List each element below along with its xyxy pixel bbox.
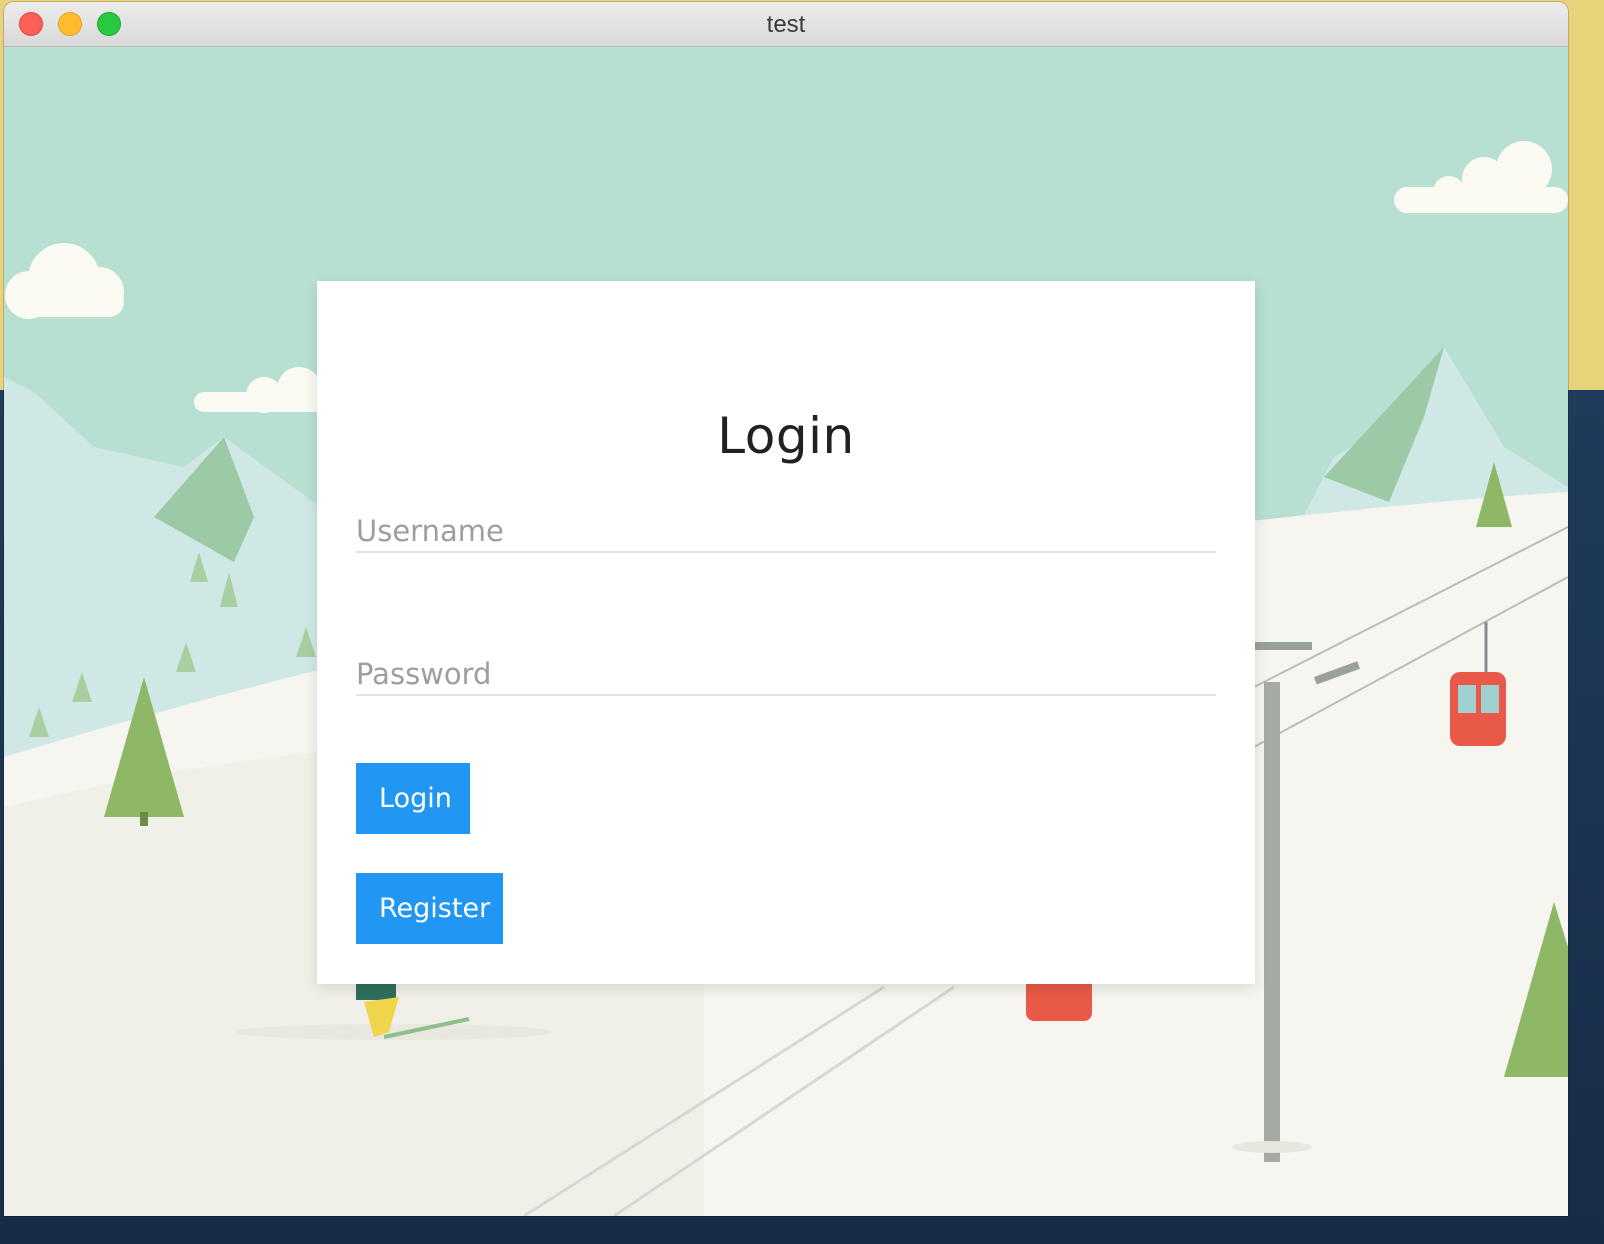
register-button[interactable]: Register [356,873,503,944]
window-title: test [766,11,806,38]
title-bar[interactable]: test [4,2,1568,47]
login-heading: Login [717,407,855,465]
window-content: Login Login Register [4,47,1568,1216]
login-button[interactable]: Login [356,763,470,834]
username-input[interactable] [356,511,1216,553]
login-card: Login Login Register [317,281,1255,984]
app-window: test Login Username Login Register [4,2,1568,1216]
password-input[interactable] [356,654,1216,696]
